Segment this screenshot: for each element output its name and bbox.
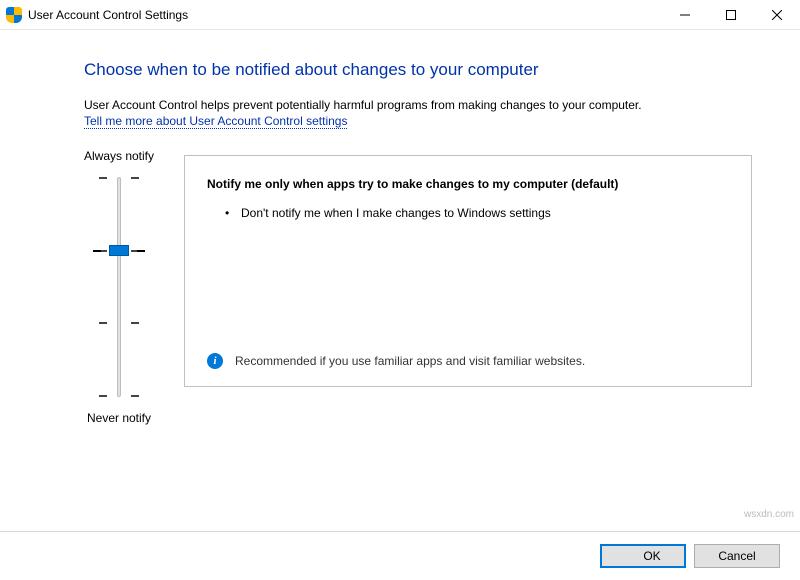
close-button[interactable] — [754, 0, 800, 30]
level-description-panel: Notify me only when apps try to make cha… — [184, 155, 752, 387]
slider-bottom-label: Never notify — [87, 411, 151, 425]
level-title: Notify me only when apps try to make cha… — [207, 176, 729, 193]
page-heading: Choose when to be notified about changes… — [84, 60, 752, 80]
ok-label: OK — [643, 549, 660, 563]
slider-thumb[interactable] — [109, 245, 129, 256]
cancel-label: Cancel — [718, 549, 755, 563]
slider-top-label: Always notify — [84, 149, 154, 163]
level-bullets: Don't notify me when I make changes to W… — [207, 205, 729, 232]
uac-shield-icon — [625, 549, 639, 563]
titlebar: User Account Control Settings — [0, 0, 800, 30]
recommend-text: Recommended if you use familiar apps and… — [235, 353, 585, 370]
window-title: User Account Control Settings — [28, 8, 188, 22]
help-link[interactable]: Tell me more about User Account Control … — [84, 114, 347, 129]
dialog-footer: OK Cancel — [0, 531, 800, 580]
level-bullet-item: Don't notify me when I make changes to W… — [225, 205, 729, 222]
minimize-button[interactable] — [662, 0, 708, 30]
info-icon: i — [207, 353, 223, 369]
uac-shield-icon — [6, 7, 22, 23]
notification-slider[interactable] — [89, 177, 149, 397]
cancel-button[interactable]: Cancel — [694, 544, 780, 568]
notification-slider-column: Always notify Never notify — [54, 149, 184, 435]
ok-button[interactable]: OK — [600, 544, 686, 568]
maximize-button[interactable] — [708, 0, 754, 30]
description-text: User Account Control helps prevent poten… — [84, 98, 752, 112]
window-controls — [662, 0, 800, 30]
watermark-text: wsxdn.com — [744, 509, 794, 520]
content-area: Choose when to be notified about changes… — [0, 30, 800, 531]
level-recommend: i Recommended if you use familiar apps a… — [207, 333, 729, 370]
